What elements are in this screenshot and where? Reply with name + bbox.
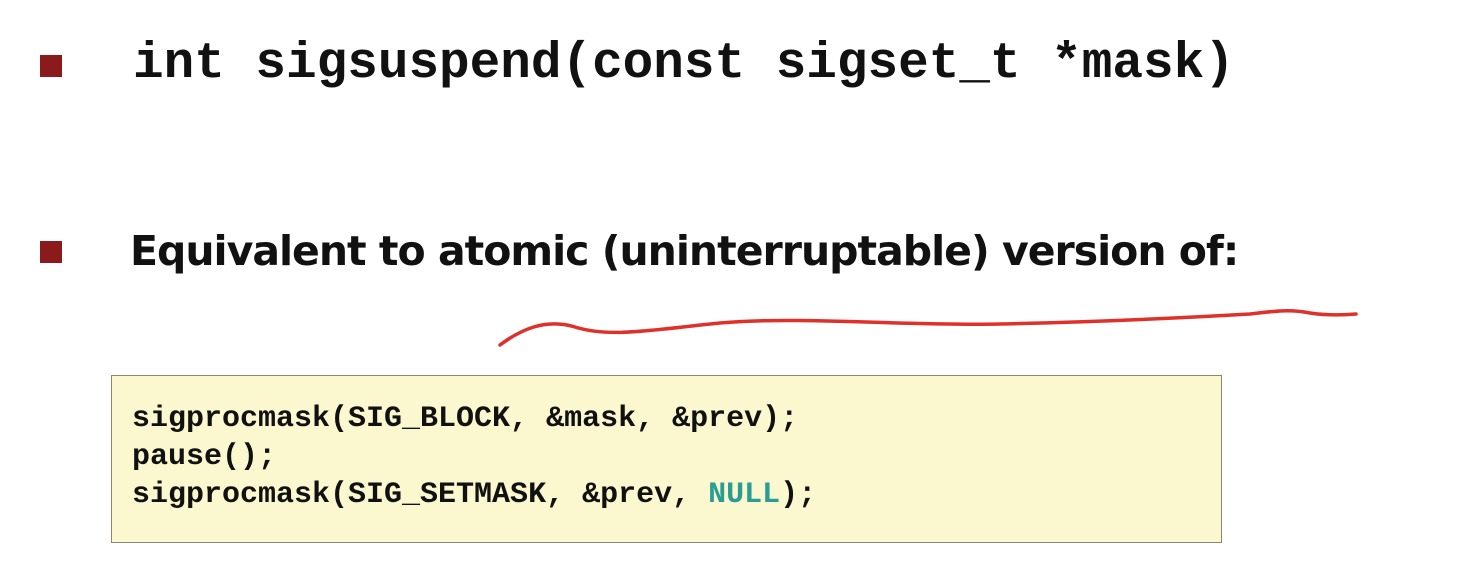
null-keyword: NULL bbox=[708, 478, 781, 512]
bullet-square-icon bbox=[40, 241, 62, 263]
function-signature: int sigsuspend(const sigset_t *mask) bbox=[133, 36, 1235, 93]
code-line-3-start: sigprocmask(SIG_SETMASK, &prev, bbox=[132, 478, 709, 512]
code-line-1: sigprocmask(SIG_BLOCK, &mask, &prev); bbox=[132, 402, 799, 436]
code-line-2: pause(); bbox=[132, 440, 277, 474]
equivalence-description: Equivalent to atomic (uninterruptable) v… bbox=[130, 227, 1239, 275]
code-line-3-end: ); bbox=[780, 478, 817, 512]
bullet-square-icon bbox=[40, 55, 62, 77]
code-block: sigprocmask(SIG_BLOCK, &mask, &prev); pa… bbox=[111, 375, 1222, 543]
code-line-3: sigprocmask(SIG_SETMASK, &prev, NULL); bbox=[132, 476, 1221, 514]
